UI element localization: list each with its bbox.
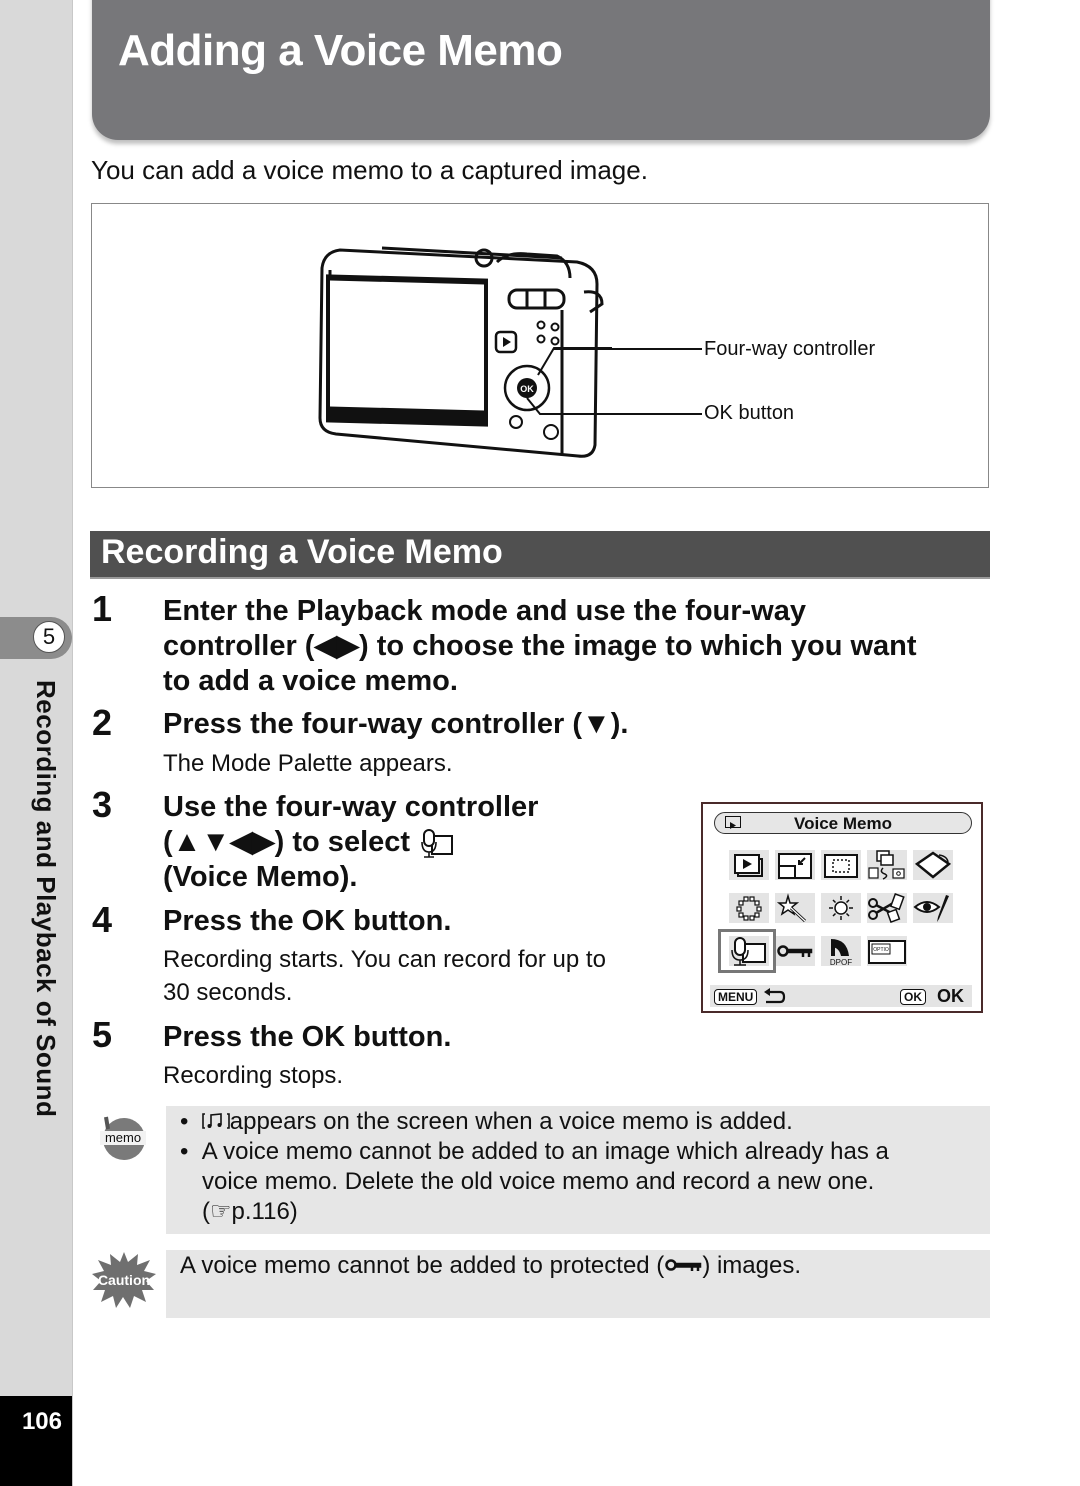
step-heading: Enter the Playback mode and use the four… (163, 594, 917, 699)
caution-text-after: ) images. (702, 1252, 802, 1279)
cropping-icon[interactable] (821, 850, 861, 880)
voice-memo-icon (421, 828, 454, 858)
four-way-controller-label: Four-way controller (704, 338, 876, 360)
brightness-icon[interactable] (821, 893, 861, 923)
step-heading-line: (▲▼◀▶) to select (163, 825, 538, 860)
camera-illustration: OK (318, 246, 612, 458)
protect-icon[interactable] (775, 936, 815, 966)
palette-header: Voice Memo (714, 812, 972, 834)
caution-text: A voice memo cannot be added to protecte… (180, 1251, 801, 1281)
frame-composite-icon[interactable] (729, 893, 769, 923)
red-eye-edit-icon[interactable] (913, 893, 953, 923)
step-heading-line: Use the four-way controller (163, 791, 539, 823)
step-heading: Use the four-way controller (▲▼◀▶) to se… (163, 790, 538, 895)
memo-icon: memo (100, 1116, 146, 1160)
memo-bullet: • A voice memo cannot be added to an ima… (180, 1138, 889, 1165)
rotate-icon[interactable] (913, 850, 953, 880)
step-body: The Mode Palette appears. (163, 750, 453, 777)
step-number: 3 (92, 784, 113, 825)
step-heading-line: to add a voice memo. (163, 665, 458, 697)
digital-filter-icon[interactable] (775, 893, 815, 923)
step-heading-text: (▲▼◀▶) to select (163, 826, 411, 858)
image-copy-icon[interactable] (867, 850, 907, 880)
memo-bullet-continuation: voice memo. Delete the old voice memo an… (202, 1168, 875, 1195)
page-title: Adding a Voice Memo (118, 26, 563, 75)
four-way-callout-line (554, 348, 702, 350)
svg-text:DPOF: DPOF (830, 958, 852, 966)
intro-text: You can add a voice memo to a captured i… (91, 155, 648, 185)
svg-text:OPTIO: OPTIO (873, 947, 889, 953)
step-number: 2 (92, 702, 113, 743)
step-body: Recording starts. You can record for up … (163, 943, 606, 1009)
svg-text:memo: memo (105, 1130, 141, 1145)
step-heading: Press the OK button. (163, 1021, 452, 1053)
step-body-line: Recording starts. You can record for up … (163, 946, 606, 973)
step-heading-line: (Voice Memo). (163, 861, 358, 893)
voice-memo-indicator-icon (201, 1109, 230, 1129)
svg-text:Caution: Caution (98, 1272, 150, 1288)
step-heading-line: controller (◀▶) to choose the image to w… (163, 630, 917, 662)
svg-text:OK: OK (520, 384, 534, 394)
memo-bullet-text: appears on the screen when a voice memo … (229, 1108, 793, 1135)
step-number: 4 (92, 899, 113, 940)
caution-text-before: A voice memo cannot be added to protecte… (180, 1252, 665, 1279)
menu-key: MENU (714, 989, 758, 1005)
step-number: 5 (92, 1014, 113, 1055)
step-heading: Press the OK button. (163, 905, 452, 937)
resize-icon[interactable] (775, 850, 815, 880)
palette-header-label: Voice Memo (794, 814, 892, 833)
start-up-screen-icon[interactable]: OPTIO (867, 936, 907, 966)
ok-key-label: OK (937, 986, 964, 1006)
playback-icon[interactable] (729, 850, 769, 880)
memo-bullet-text: A voice memo cannot be added to an image… (201, 1138, 889, 1165)
section-title: Recording a Voice Memo (101, 533, 503, 571)
back-arrow-icon (764, 988, 786, 1004)
chapter-number: 5 (33, 621, 65, 653)
protect-icon (664, 1252, 702, 1271)
step-heading: Press the four-way controller (▼). (163, 708, 629, 740)
step-number: 1 (92, 588, 113, 629)
caution-icon: Caution (92, 1252, 156, 1308)
movie-edit-icon[interactable] (867, 893, 907, 923)
chapter-title: Recording and Playback of Sound (31, 680, 61, 1118)
ok-button-callout-line (540, 413, 702, 415)
palette-selection-frame (718, 929, 776, 973)
step-body: Recording stops. (163, 1062, 344, 1089)
dpof-icon[interactable]: DPOF (821, 936, 861, 966)
ok-key: OK (900, 989, 926, 1005)
step-body-line: 30 seconds. (163, 979, 293, 1006)
page-number: 106 (21, 1408, 62, 1435)
step-heading-line: Enter the Playback mode and use the four… (163, 595, 806, 627)
page-reference-link[interactable]: (☞p.116) (202, 1197, 298, 1227)
ok-button-label: OK button (704, 402, 795, 424)
memo-bullet: • appears on the screen when a voice mem… (180, 1108, 793, 1135)
